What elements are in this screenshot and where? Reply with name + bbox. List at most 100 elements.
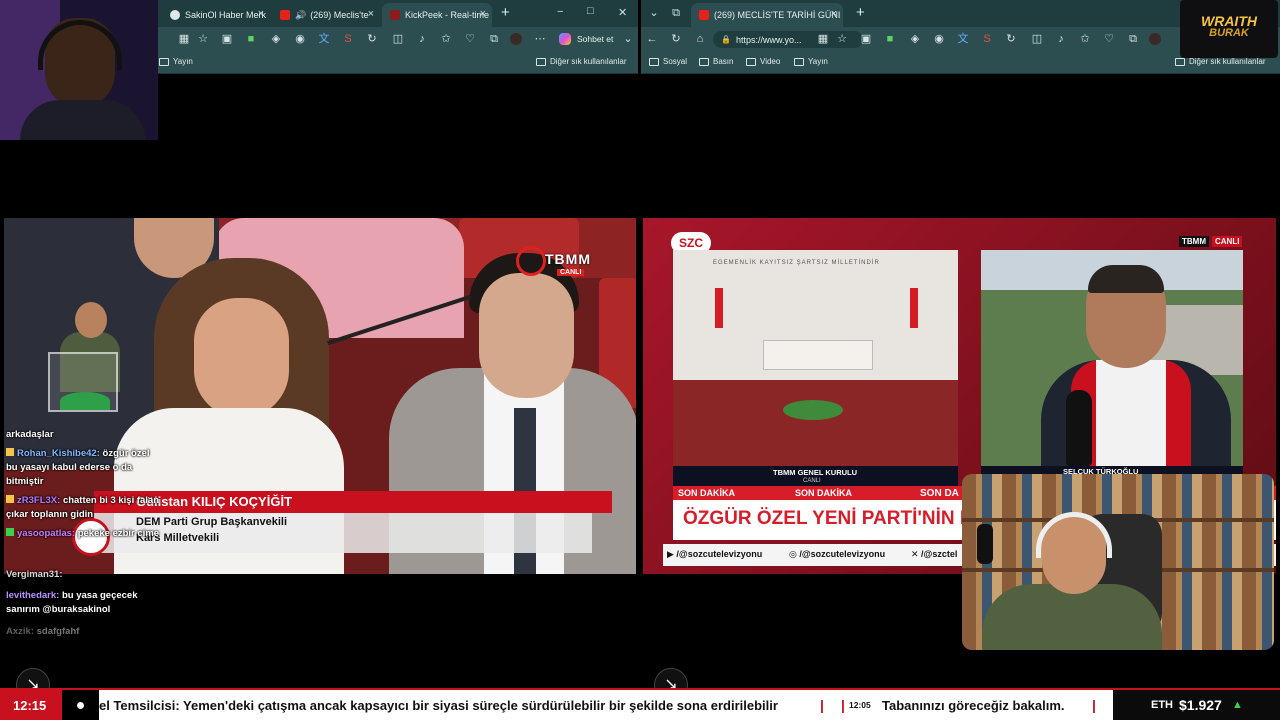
refresh-ext-icon[interactable]: ↻ [1005, 33, 1017, 45]
app-icon[interactable]: ▦ [817, 33, 829, 45]
close-tab-icon[interactable]: × [368, 8, 374, 20]
extension-icon[interactable]: ◉ [933, 33, 945, 45]
chat-message: Axzik: sdafgfahf [6, 626, 80, 637]
webcam-person-body [20, 100, 145, 140]
chat-message: bu yasayı kabul ederse o da [6, 462, 133, 473]
chevron-down-icon[interactable]: ⌄ [622, 33, 634, 45]
minimize-button[interactable]: − [557, 6, 563, 18]
translate-icon[interactable]: 文 [957, 33, 969, 45]
chat-message: Vergiman31: [6, 569, 63, 580]
folder-icon [536, 57, 546, 66]
cam-person-head [75, 302, 107, 338]
youtube-icon [699, 10, 709, 20]
bookmark-yayin[interactable]: Yayın [794, 57, 828, 66]
close-tab-icon[interactable]: × [258, 8, 264, 20]
refresh-icon[interactable]: ↻ [366, 33, 378, 45]
screenshot-icon[interactable]: ⧉ [488, 33, 500, 45]
screenshot-icon[interactable]: ⧉ [1127, 33, 1139, 45]
translate-icon[interactable]: 文 [318, 33, 330, 45]
folder-icon [1175, 57, 1185, 66]
tbmm-badge: TBMM [1179, 236, 1209, 247]
back-icon[interactable]: ← [646, 33, 658, 45]
tab-sakinol[interactable]: SakinOl Haber Merk × [162, 3, 270, 27]
tab-youtube-meclis[interactable]: 🔊 (269) Meclis'te × [272, 3, 380, 27]
chat-message: zR3FL3X: chatten bi 3 kişi falan [6, 494, 159, 507]
other-bookmarks[interactable]: Diğer sık kullanılanlar [536, 57, 626, 66]
extension-green-icon[interactable]: ■ [245, 33, 257, 45]
badge-icon [6, 495, 14, 503]
speaker-icon[interactable]: 🔊 [295, 10, 306, 21]
heart-icon[interactable]: ♡ [1103, 33, 1115, 45]
chat-message: Rohan_Kishibe42: özgür özel [6, 447, 150, 460]
workspace-icon[interactable]: ⧉ [670, 7, 682, 19]
crypto-value: $1.927 [1179, 697, 1222, 713]
music-icon[interactable]: ♪ [1055, 33, 1067, 45]
guest-feed [981, 250, 1243, 466]
wraith-logo: WRAITH BURAK [1180, 0, 1278, 58]
logo-line2: BURAK [1209, 27, 1249, 39]
music-icon[interactable]: ♪ [416, 33, 428, 45]
channel-logo: TBMM [545, 251, 591, 267]
home-icon[interactable]: ⌂ [694, 33, 706, 45]
channel-live: CANLI [557, 269, 585, 276]
folder-icon [699, 57, 709, 66]
tab-label: (269) Meclis'te [310, 10, 369, 20]
extension-icon[interactable]: ◉ [294, 33, 306, 45]
bookmark-yayin[interactable]: Yayın [159, 57, 193, 66]
extension-green-icon[interactable]: ■ [884, 33, 896, 45]
tab-kickpeek[interactable]: KickPeek - Real-time × [382, 3, 492, 27]
refresh-icon[interactable]: ↻ [670, 33, 682, 45]
star-icon[interactable]: ☆ [836, 33, 848, 45]
badge-icon [6, 448, 14, 456]
new-tab-button[interactable]: + [856, 4, 865, 21]
extension-icon[interactable]: ▣ [221, 33, 233, 45]
host-webcam [962, 474, 1274, 650]
favorites-icon[interactable]: ✩ [440, 33, 452, 45]
ticker-text: el Temsilcisi: Yemen'deki çatışma ancak … [99, 698, 778, 713]
podium [763, 340, 873, 370]
crypto-label: ETH [1151, 699, 1173, 711]
avatar[interactable] [1149, 33, 1161, 45]
live-badge: CANLI [1212, 236, 1243, 247]
extension-icon[interactable]: ◈ [909, 33, 921, 45]
other-bookmarks[interactable]: Diğer sık kullanılanlar [1175, 57, 1265, 66]
close-tab-icon[interactable]: × [480, 8, 486, 20]
chat-button[interactable]: Sohbet et [577, 34, 613, 44]
mouse-cursor-icon: ↘ [654, 668, 688, 688]
extension-icon[interactable]: ◈ [270, 33, 282, 45]
ticker-separator: | [841, 697, 845, 713]
badge-icon [6, 528, 14, 536]
breaking-label: SON DAKİKA [795, 488, 853, 498]
close-window-button[interactable]: ✕ [618, 6, 627, 19]
extension-red-icon[interactable]: S [342, 33, 354, 45]
social-youtube: ▶ /@sozcutelevizyonu [667, 549, 763, 559]
man-face [479, 273, 574, 398]
new-tab-button[interactable]: + [501, 4, 510, 21]
chat-message: yasoopatlas: pekeke ezbir cime [6, 527, 159, 540]
app-icon[interactable]: ▦ [178, 33, 190, 45]
extension-red-icon[interactable]: S [981, 33, 993, 45]
extension-icon[interactable]: ▣ [860, 33, 872, 45]
folder-icon [649, 57, 659, 66]
more-icon[interactable]: ⋯ [534, 33, 546, 45]
headline: ÖZGÜR ÖZEL YENİ PARTİ'NİN KA [683, 508, 988, 529]
favorites-icon[interactable]: ✩ [1079, 33, 1091, 45]
avatar[interactable] [510, 33, 522, 45]
folder-icon [159, 57, 169, 66]
maximize-button[interactable]: □ [587, 5, 594, 17]
heart-icon[interactable]: ♡ [464, 33, 476, 45]
bookmark-sosyal[interactable]: Sosyal [649, 57, 687, 66]
cam-green-items [60, 392, 110, 410]
bookmark-video[interactable]: Video [746, 57, 780, 66]
bookmark-basin[interactable]: Basın [699, 57, 733, 66]
ticker-time: 12:15 [13, 698, 47, 713]
tab-youtube-meclis[interactable]: (269) MECLİS'TE TARİHİ GÜNI Çer × [691, 3, 843, 27]
social-instagram: ◎ /@sozcutelevizyonu [789, 549, 886, 559]
star-icon[interactable]: ☆ [197, 33, 209, 45]
ticker-text: Tabanınızı göreceğiz bakalım. [882, 698, 1065, 713]
copilot-icon[interactable] [559, 33, 571, 45]
split-icon[interactable]: ◫ [1031, 33, 1043, 45]
tab-list-icon[interactable]: ⌄ [648, 7, 660, 19]
close-tab-icon[interactable]: × [831, 8, 837, 20]
split-icon[interactable]: ◫ [392, 33, 404, 45]
